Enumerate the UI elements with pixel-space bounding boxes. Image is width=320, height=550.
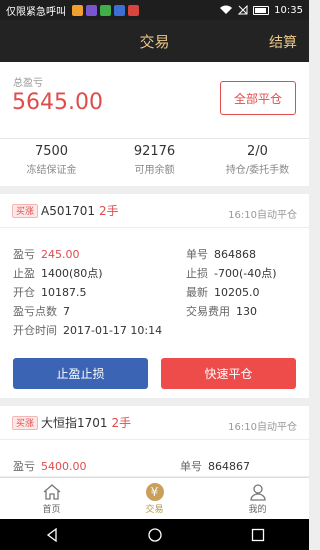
position-card[interactable]: 买涨 大恒指1701 2手 16:10自动平仓 盈亏 5400.00 单号 86486… [0,406,309,476]
tab-home[interactable]: 首页 [0,478,103,519]
wifi-icon [220,5,233,14]
account-summary: 总盈亏 5645.00 全部平仓 7500 冻结保证金 92176 可用余额 2… [0,62,309,186]
tab-label: 我的 [248,505,267,515]
stop-profit-loss-button[interactable]: 止盈止损 [13,358,148,389]
field-latest-price: 最新 10205.0 [186,284,260,300]
field-value: 245.00 [41,248,80,261]
contract-code: A501701 2手 [41,202,119,219]
settle-button[interactable]: 结算 [269,32,297,52]
field-label: 最新 [186,286,208,299]
position-header: 买涨 大恒指1701 2手 16:10自动平仓 [0,406,309,440]
notification-icons [72,4,139,16]
signal-icon [238,5,248,15]
page-title: 交易 [139,32,170,51]
stat-value: 92176 [133,144,176,159]
tab-mine[interactable]: 我的 [206,478,309,519]
contract-name: 大恒指1701 [41,416,108,430]
quick-close-button[interactable]: 快速平仓 [161,358,296,389]
field-value: 10187.5 [41,286,87,299]
battery-icon [253,5,270,15]
field-value: 130 [236,305,257,318]
field-label: 盈亏 [13,460,35,473]
field-order-no: 单号 864868 [186,246,256,262]
position-card[interactable]: 买涨 A501701 2手 16:10自动平仓 盈亏 245.00 止盈 1400(8… [0,194,309,398]
field-label: 单号 [180,460,202,473]
field-order-no: 单号 864867 [180,458,250,474]
field-value: 2017-01-17 10:14 [63,324,163,337]
field-profit: 盈亏 245.00 [13,246,80,262]
field-label: 开仓时间 [13,324,57,337]
position-header: 买涨 A501701 2手 16:10自动平仓 [0,194,309,228]
field-value: 5400.00 [41,460,87,473]
carrier-text: 仅限紧急呼叫 [6,6,66,18]
field-label: 止盈 [13,267,35,280]
stat-label: 冻结保证金 [26,165,77,176]
status-bar: 仅限紧急呼叫 10:35 [0,0,309,20]
tab-trade[interactable]: ¥ 交易 [103,478,206,519]
contract-name: A501701 [41,204,96,218]
field-value: 7 [63,305,70,318]
stat-label: 可用余额 [134,165,175,176]
close-all-button[interactable]: 全部平仓 [220,81,296,115]
divider [0,138,309,139]
app-icon-1 [72,4,83,16]
field-trade-fee: 交易费用 130 [186,303,257,319]
account-stats: 7500 冻结保证金 92176 可用余额 2/0 持仓/委托手数 [0,144,309,176]
lot-count: 2手 [99,204,119,218]
field-label: 盈亏 [13,248,35,261]
tab-label: 首页 [42,505,61,515]
field-value: 1400(80点) [41,267,103,280]
stat-available-balance: 92176 可用余额 [103,144,206,176]
recents-icon[interactable] [251,528,265,542]
direction-tag: 买涨 [12,204,39,218]
status-right: 10:35 [219,5,303,16]
field-label: 交易费用 [186,305,230,318]
field-value: 864867 [208,460,250,473]
lot-count: 2手 [111,416,132,430]
field-profit-points: 盈亏点数 7 [13,303,70,319]
app-icon-4 [114,4,125,16]
field-label: 单号 [186,248,208,261]
direction-tag: 买涨 [12,416,39,430]
app-icon-5 [128,4,139,16]
field-value: -700(-40点) [214,267,277,280]
clock: 10:35 [274,4,303,16]
field-label: 盈亏点数 [13,305,57,318]
stat-label: 持仓/委托手数 [225,165,290,176]
stat-positions-orders: 2/0 持仓/委托手数 [206,144,309,176]
yuan-glyph: ¥ [145,483,164,501]
app-icon-2 [86,4,97,16]
auto-close-time: 16:10自动平仓 [228,422,297,433]
total-profit-label: 总盈亏 [13,78,43,89]
contract-code: 大恒指1701 2手 [41,414,131,431]
field-profit: 盈亏 5400.00 [13,458,87,474]
tab-label: 交易 [145,505,164,515]
bottom-tab-bar: 首页 ¥ 交易 我的 [0,477,309,519]
total-profit-value: 5645.00 [12,90,103,115]
field-take-profit: 止盈 1400(80点) [13,265,103,281]
stat-value: 2/0 [247,144,268,159]
stat-value: 7500 [34,144,69,159]
auto-close-time: 16:10自动平仓 [228,210,297,221]
field-open-time: 开仓时间 2017-01-17 10:14 [13,322,162,338]
home-icon [42,482,62,502]
user-icon [248,482,268,502]
field-value: 10205.0 [214,286,260,299]
field-label: 止损 [186,267,208,280]
back-icon[interactable] [45,527,59,542]
app-icon-3 [100,4,111,16]
home-circle-icon[interactable] [147,527,162,542]
stat-frozen-margin: 7500 冻结保证金 [0,144,103,176]
field-stop-loss: 止损 -700(-40点) [186,265,277,281]
yuan-icon: ¥ [145,482,164,502]
field-label: 开仓 [13,286,35,299]
nav-bar: 交易 结算 [0,20,309,62]
field-open-price: 开仓 10187.5 [13,284,87,300]
system-nav-bar [0,519,309,550]
field-value: 864868 [214,248,256,261]
